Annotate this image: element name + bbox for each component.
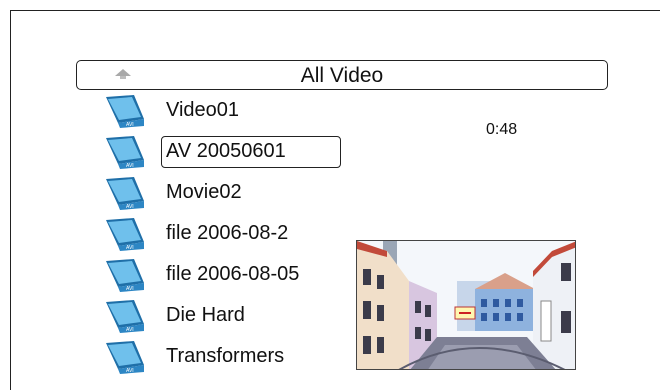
file-row[interactable]: AVI Video01: [104, 93, 364, 133]
svg-text:AVI: AVI: [126, 286, 134, 292]
avi-file-icon: AVI: [106, 300, 144, 333]
avi-file-icon: AVI: [106, 177, 144, 210]
avi-file-icon: AVI: [106, 218, 144, 251]
svg-text:AVI: AVI: [126, 368, 134, 374]
file-row[interactable]: AVI file 2006-08-2: [104, 216, 364, 256]
file-name: Movie02: [166, 181, 242, 203]
video-preview-thumbnail: [356, 240, 576, 370]
file-name: Transformers: [166, 345, 285, 367]
folder-header[interactable]: All Video: [76, 60, 608, 90]
video-duration: 0:48: [486, 121, 518, 138]
avi-file-icon: AVI: [106, 136, 144, 169]
file-row[interactable]: AVI Die Hard: [104, 298, 364, 338]
file-name: Video01: [166, 99, 240, 121]
svg-text:AVI: AVI: [126, 122, 134, 128]
folder-title: All Video: [300, 64, 384, 87]
svg-text:AVI: AVI: [126, 245, 134, 251]
file-row[interactable]: AVI Transformers: [104, 339, 364, 379]
svg-text:AVI: AVI: [126, 163, 134, 169]
file-name: AV 20050601: [166, 140, 286, 162]
svg-text:AVI: AVI: [126, 204, 134, 210]
avi-file-icon: AVI: [106, 341, 144, 374]
svg-text:AVI: AVI: [126, 327, 134, 333]
avi-file-icon: AVI: [106, 95, 144, 128]
file-name: Die Hard: [166, 304, 245, 326]
file-row[interactable]: AVI file 2006-08-05: [104, 257, 364, 297]
file-name: file 2006-08-05: [166, 263, 300, 285]
file-row[interactable]: AVI Movie02: [104, 175, 364, 215]
file-row-selected[interactable]: AVI AV 20050601: [104, 134, 364, 174]
avi-file-icon: AVI: [106, 259, 144, 292]
file-name: file 2006-08-2: [166, 222, 289, 244]
street-scene-illustration: [357, 241, 575, 369]
